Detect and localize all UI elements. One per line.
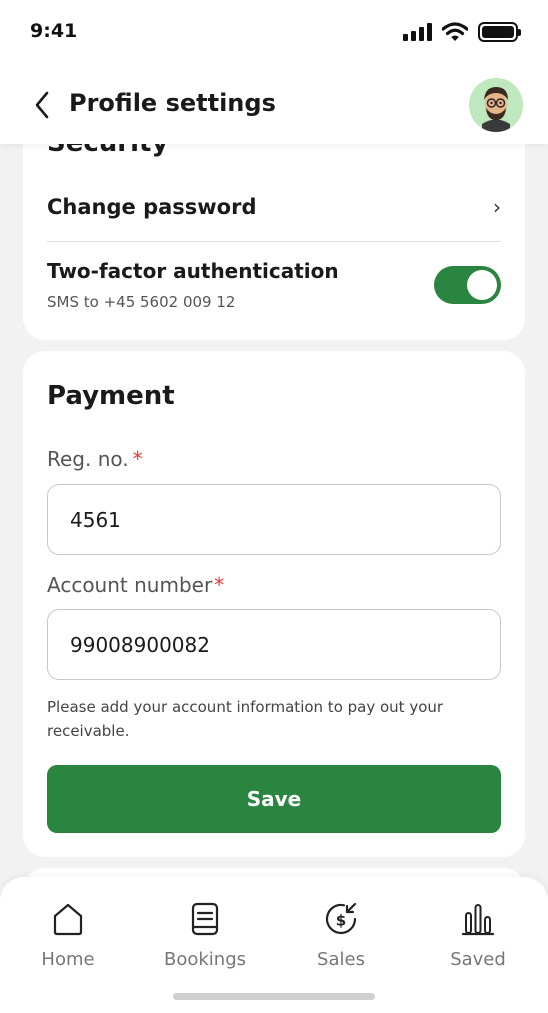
status-icons [403,22,521,42]
battery-icon [478,22,521,42]
save-button[interactable]: Save [47,765,501,833]
tab-label: Saved [450,949,506,970]
reg-no-label: Reg. no. * [47,447,143,471]
change-password-label: Change password [47,195,257,219]
tab-label: Home [41,949,95,970]
account-number-input[interactable] [47,609,501,680]
bar-chart-icon [461,904,495,936]
two-factor-subtitle: SMS to +45 5602 009 12 [47,293,236,311]
svg-text:$: $ [336,912,346,930]
page-title: Profile settings [69,89,276,117]
home-indicator[interactable] [173,993,375,1000]
toggle-knob [467,270,497,300]
chevron-right-icon: › [493,195,501,219]
account-number-label: Account number * [47,573,224,597]
two-factor-toggle[interactable] [434,266,501,304]
payment-heading: Payment [47,381,175,411]
tab-label: Sales [317,949,365,970]
two-factor-title: Two-factor authentication [47,259,339,283]
tab-sales[interactable]: $ Sales [281,899,401,979]
header-bar: 9:41 Profile settings [0,0,548,144]
tab-label: Bookings [163,949,246,970]
tab-saved[interactable]: Saved [418,899,538,979]
required-mark: * [132,447,143,471]
avatar[interactable] [469,78,523,132]
dollar-refresh-icon: $ [325,902,357,935]
help-text: Please add your account information to p… [47,698,444,740]
status-time: 9:41 [30,20,78,42]
tab-bar: Home Bookings $ Sales Saved [0,877,548,1013]
signal-icon [403,23,432,41]
required-mark: * [214,573,225,597]
chevron-left-icon [35,91,49,119]
home-icon [53,903,83,936]
wifi-icon [442,22,468,41]
reg-no-input[interactable] [47,484,501,555]
change-password-row[interactable]: Change password › [47,192,501,222]
book-icon [191,902,219,936]
phone-screen: 9:41 Profile settings Change password › … [0,0,548,1013]
tab-home[interactable]: Home [8,899,128,979]
tab-bookings[interactable]: Bookings [145,899,265,979]
back-button[interactable] [28,88,56,122]
reg-no-label-text: Reg. no. [47,447,129,471]
divider [47,241,501,242]
payment-card: Payment Reg. no.* Account number* Please… [23,351,525,857]
account-number-label-text: Account number [47,573,213,597]
user-avatar-icon [469,78,523,132]
